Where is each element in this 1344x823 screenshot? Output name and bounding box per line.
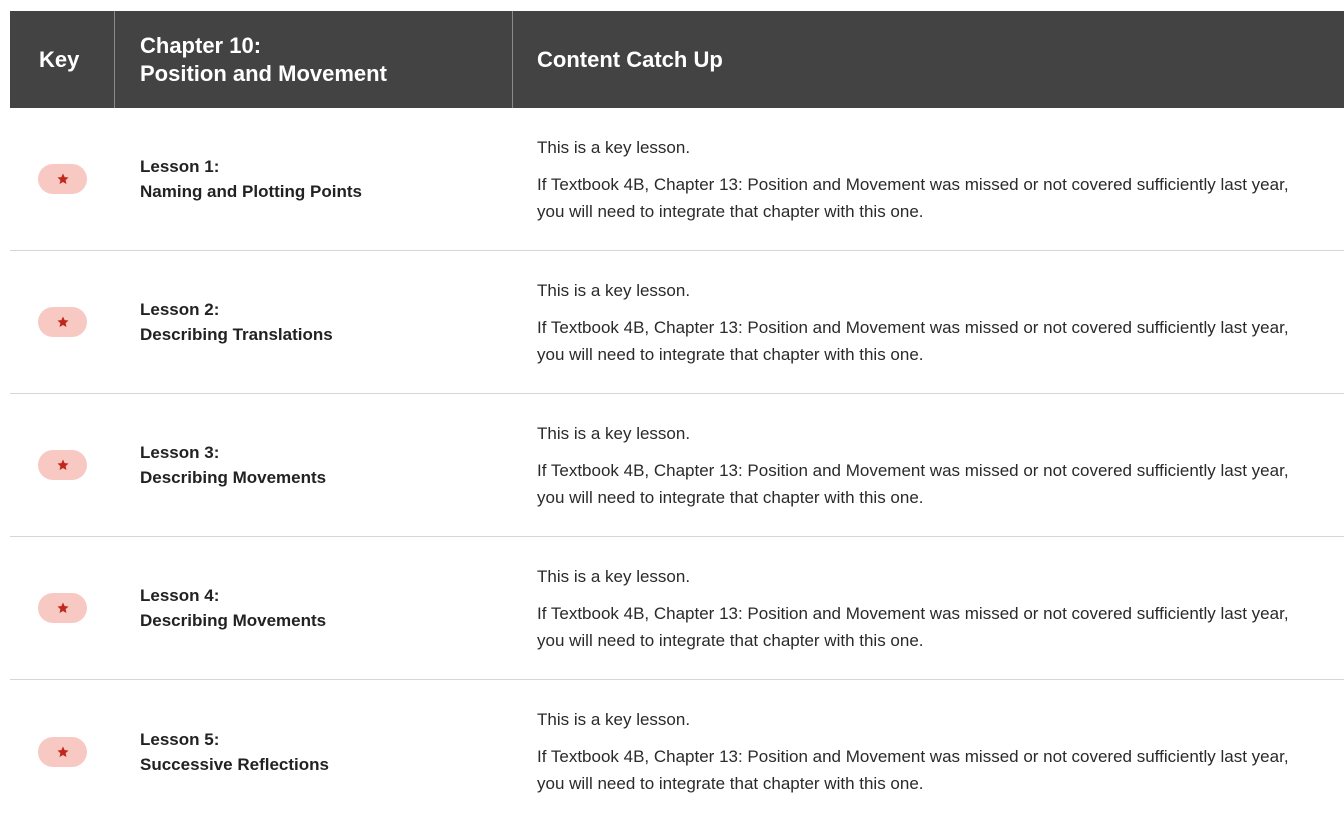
header-chapter: Chapter 10: Position and Movement: [115, 11, 513, 108]
content-cell: This is a key lesson. If Textbook 4B, Ch…: [513, 251, 1344, 393]
content-key-note: This is a key lesson.: [537, 710, 691, 729]
table-row: Lesson 5: Successive Reflections This is…: [10, 680, 1344, 823]
lesson-title: Naming and Plotting Points: [140, 182, 362, 201]
star-icon: [56, 316, 69, 328]
lesson-number: Lesson 4:: [140, 586, 220, 605]
content-key-note: This is a key lesson.: [537, 423, 691, 443]
lesson-title: Describing Movements: [140, 611, 327, 630]
content-key-note: This is a key lesson.: [537, 566, 691, 586]
lesson-title: Describing Movements: [140, 468, 327, 487]
key-cell: [10, 251, 115, 393]
content-catch-up-note: If Textbook 4B, Chapter 13: Position and…: [537, 174, 1289, 221]
content-key-note: This is a key lesson.: [537, 137, 691, 157]
lesson-title: Describing Translations: [140, 325, 333, 344]
lesson-title: Successive Reflections: [140, 754, 329, 774]
key-cell: [10, 108, 115, 250]
content-cell: This is a key lesson. If Textbook 4B, Ch…: [513, 108, 1344, 250]
table-header: Key Chapter 10: Position and Movement Co…: [10, 11, 1344, 108]
header-key: Key: [10, 11, 115, 108]
catch-up-table: Key Chapter 10: Position and Movement Co…: [10, 11, 1344, 823]
key-cell: [10, 680, 115, 823]
header-content: Content Catch Up: [537, 46, 723, 72]
content-catch-up-note: If Textbook 4B, Chapter 13: Position and…: [537, 317, 1289, 364]
key-lesson-badge: [38, 450, 87, 480]
star-icon: [56, 459, 69, 471]
lesson-cell: Lesson 2: Describing Translations: [115, 251, 513, 393]
table-body: Lesson 1: Naming and Plotting Points Thi…: [10, 108, 1344, 823]
header-chapter-title: Position and Movement: [140, 60, 387, 86]
content-key-note: This is a key lesson.: [537, 280, 691, 300]
table-row: Lesson 2: Describing Translations This i…: [10, 251, 1344, 394]
key-cell: [10, 394, 115, 536]
content-cell: This is a key lesson. If Textbook 4B, Ch…: [513, 680, 1344, 823]
key-lesson-badge: [38, 307, 87, 337]
star-icon: [56, 602, 69, 614]
table-row: Lesson 1: Naming and Plotting Points Thi…: [10, 108, 1344, 251]
lesson-number: Lesson 1:: [140, 157, 220, 176]
lesson-number: Lesson 3:: [140, 443, 220, 462]
lesson-cell: Lesson 3: Describing Movements: [115, 394, 513, 536]
content-catch-up-note: If Textbook 4B, Chapter 13: Position and…: [537, 603, 1289, 650]
table-row: Lesson 4: Describing Movements This is a…: [10, 537, 1344, 680]
key-cell: [10, 537, 115, 679]
lesson-cell: Lesson 5: Successive Reflections: [115, 680, 513, 823]
lesson-cell: Lesson 1: Naming and Plotting Points: [115, 108, 513, 250]
star-icon: [56, 173, 69, 185]
content-catch-up-note: If Textbook 4B, Chapter 13: Position and…: [537, 460, 1289, 507]
content-cell: This is a key lesson. If Textbook 4B, Ch…: [513, 537, 1344, 679]
table-row: Lesson 3: Describing Movements This is a…: [10, 394, 1344, 537]
content-catch-up-note: If Textbook 4B, Chapter 13: Position and…: [537, 747, 1289, 793]
content-cell: This is a key lesson. If Textbook 4B, Ch…: [513, 394, 1344, 536]
lesson-number: Lesson 2:: [140, 300, 220, 319]
key-lesson-badge: [38, 736, 87, 767]
lesson-cell: Lesson 4: Describing Movements: [115, 537, 513, 679]
key-lesson-badge: [38, 164, 87, 194]
key-lesson-badge: [38, 593, 87, 623]
header-chapter-number: Chapter 10:: [140, 32, 262, 58]
lesson-number: Lesson 5:: [140, 729, 220, 749]
star-icon: [56, 745, 69, 757]
